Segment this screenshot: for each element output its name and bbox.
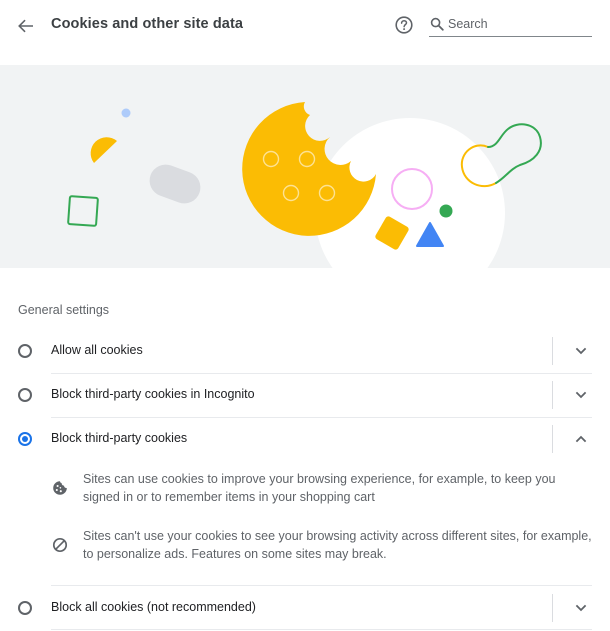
divider [51, 629, 592, 630]
radio-block-all-cookies[interactable] [18, 601, 32, 615]
option-block-third-party-incognito[interactable]: Block third-party cookies in Incognito [0, 373, 610, 417]
chevron-down-icon [575, 391, 587, 399]
expand-button[interactable] [572, 386, 590, 404]
help-button[interactable] [393, 14, 415, 36]
block-icon [52, 537, 68, 553]
row-separator [552, 425, 553, 453]
page-title: Cookies and other site data [51, 16, 244, 32]
detail-text: Sites can use cookies to improve your br… [83, 472, 556, 504]
chevron-up-icon [575, 435, 587, 443]
arrow-back-icon [18, 19, 33, 33]
expand-button[interactable] [572, 342, 590, 360]
chevron-down-icon [575, 347, 587, 355]
option-label: Block third-party cookies [51, 431, 188, 445]
search-icon [430, 17, 444, 31]
general-settings-heading: General settings [18, 303, 110, 317]
radio-block-third-party-incognito[interactable] [18, 388, 32, 402]
option-block-third-party-cookies[interactable]: Block third-party cookies [0, 417, 610, 461]
help-icon [395, 16, 413, 34]
option-label: Block all cookies (not recommended) [51, 600, 256, 614]
detail-text: Sites can't use your cookies to see your… [83, 529, 592, 561]
search-input[interactable] [448, 14, 588, 34]
collapse-button[interactable] [572, 430, 590, 448]
search-box [429, 12, 592, 37]
illustration-banner [0, 65, 610, 268]
page-header: Cookies and other site data [0, 0, 610, 52]
back-button[interactable] [14, 14, 38, 38]
row-separator [552, 337, 553, 365]
option-label: Allow all cookies [51, 343, 143, 357]
expand-button[interactable] [572, 599, 590, 617]
radio-allow-all-cookies[interactable] [18, 344, 32, 358]
cookies-illustration [67, 102, 542, 268]
radio-block-third-party-cookies[interactable] [18, 432, 32, 446]
chevron-down-icon [575, 604, 587, 612]
row-separator [552, 594, 553, 622]
option-label: Block third-party cookies in Incognito [51, 387, 255, 401]
option-block-all-cookies[interactable]: Block all cookies (not recommended) [0, 586, 610, 630]
cookie-icon [53, 481, 67, 495]
row-separator [552, 381, 553, 409]
option-allow-all-cookies[interactable]: Allow all cookies [0, 329, 610, 373]
